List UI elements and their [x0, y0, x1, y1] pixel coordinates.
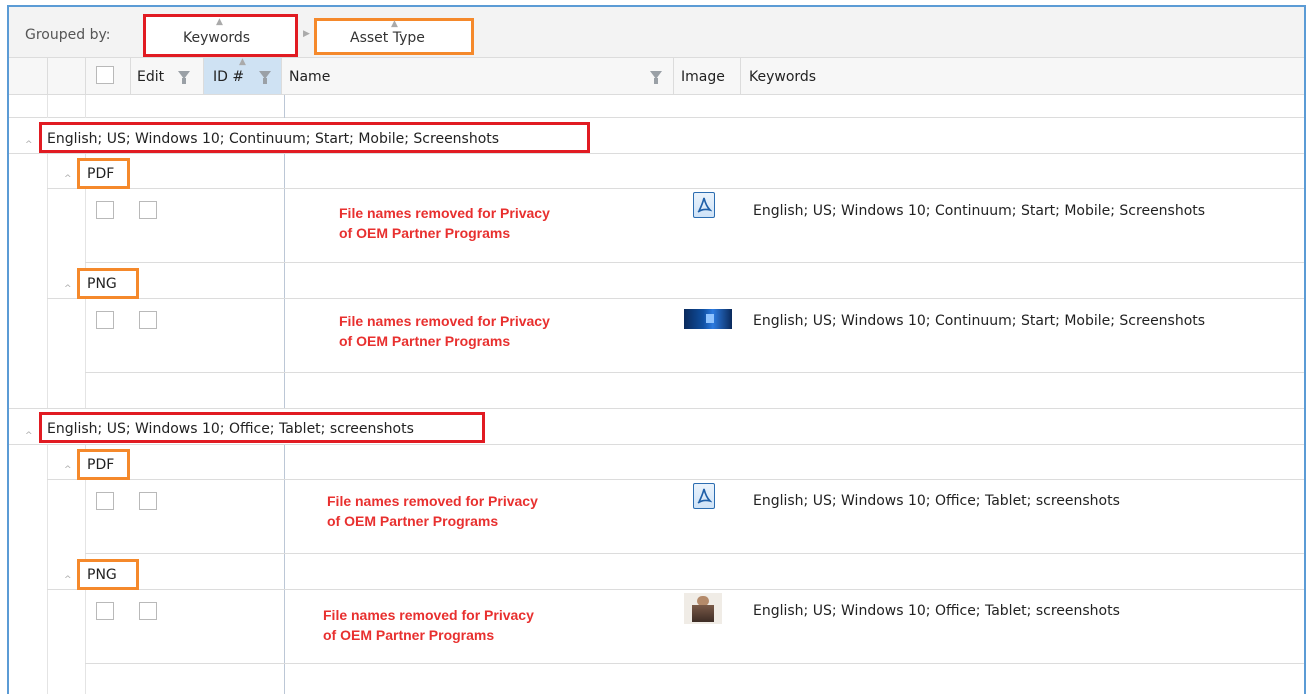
group-chip-keywords-label: Keywords: [183, 30, 251, 46]
row-edit-checkbox[interactable]: [139, 492, 157, 510]
photo-thumbnail[interactable]: [684, 593, 722, 624]
subgroup-header-type: PNG: [77, 268, 139, 299]
select-all-checkbox[interactable]: [96, 66, 114, 84]
windows-screenshot-thumbnail[interactable]: [684, 309, 732, 329]
collapse-icon[interactable]: ^: [25, 431, 33, 441]
sort-up-icon: ▲: [216, 17, 223, 27]
group-chip-keywords[interactable]: ▲ Keywords: [143, 14, 298, 57]
keywords-cell: English; US; Windows 10; Office; Tablet;…: [753, 603, 1120, 619]
row-select-checkbox[interactable]: [96, 201, 114, 219]
sort-up-icon: ▲: [239, 57, 246, 67]
keywords-cell: English; US; Windows 10; Continuum; Star…: [753, 313, 1206, 329]
file-name-redacted-note: File names removed for Privacy of OEM Pa…: [323, 607, 534, 643]
subgroup-row[interactable]: [47, 555, 1304, 590]
column-header-name[interactable]: Name: [289, 69, 330, 85]
file-name-redacted-note: File names removed for Privacy of OEM Pa…: [339, 205, 550, 241]
row-select-checkbox[interactable]: [96, 602, 114, 620]
group-header-keyword: English; US; Windows 10; Continuum; Star…: [39, 122, 590, 153]
collapse-icon[interactable]: ^: [64, 284, 72, 294]
column-header-keywords[interactable]: Keywords: [749, 69, 816, 85]
column-header-image[interactable]: Image: [681, 69, 725, 85]
filter-icon[interactable]: [259, 71, 271, 84]
collapse-icon[interactable]: ^: [64, 575, 72, 585]
chevron-right-icon: ▶: [303, 29, 310, 39]
group-header-keyword: English; US; Windows 10; Office; Tablet;…: [39, 412, 485, 443]
column-header-id[interactable]: ID #: [213, 69, 244, 85]
file-name-redacted-note: File names removed for Privacy of OEM Pa…: [339, 313, 550, 349]
subgroup-row[interactable]: [47, 264, 1304, 299]
subgroup-header-type: PNG: [77, 559, 139, 590]
pdf-icon[interactable]: [693, 483, 715, 509]
collapse-icon[interactable]: ^: [64, 174, 72, 184]
row-select-checkbox[interactable]: [96, 311, 114, 329]
subgroup-header-type: PDF: [77, 449, 130, 480]
row-edit-checkbox[interactable]: [139, 201, 157, 219]
subgroup-row[interactable]: [47, 445, 1304, 480]
row-select-checkbox[interactable]: [96, 492, 114, 510]
grouped-by-label: Grouped by:: [25, 27, 111, 43]
asset-grid: Grouped by: ▲ Keywords ▶ ▲ Asset Type Ed…: [7, 5, 1306, 694]
collapse-icon[interactable]: ^: [64, 465, 72, 475]
filter-icon[interactable]: [178, 71, 190, 84]
file-name-redacted-note: File names removed for Privacy of OEM Pa…: [327, 493, 538, 529]
pdf-icon[interactable]: [693, 192, 715, 218]
filter-icon[interactable]: [650, 71, 662, 84]
row-edit-checkbox[interactable]: [139, 602, 157, 620]
column-header-edit[interactable]: Edit: [137, 69, 164, 85]
group-chip-asset-type-label: Asset Type: [350, 30, 425, 46]
subgroup-row[interactable]: [47, 154, 1304, 189]
collapse-icon[interactable]: ^: [25, 140, 33, 150]
sort-up-icon: ▲: [391, 19, 398, 29]
row-edit-checkbox[interactable]: [139, 311, 157, 329]
subgroup-header-type: PDF: [77, 158, 130, 189]
keywords-cell: English; US; Windows 10; Continuum; Star…: [753, 203, 1206, 219]
group-chip-asset-type[interactable]: ▲ Asset Type: [314, 18, 474, 55]
keywords-cell: English; US; Windows 10; Office; Tablet;…: [753, 493, 1120, 509]
